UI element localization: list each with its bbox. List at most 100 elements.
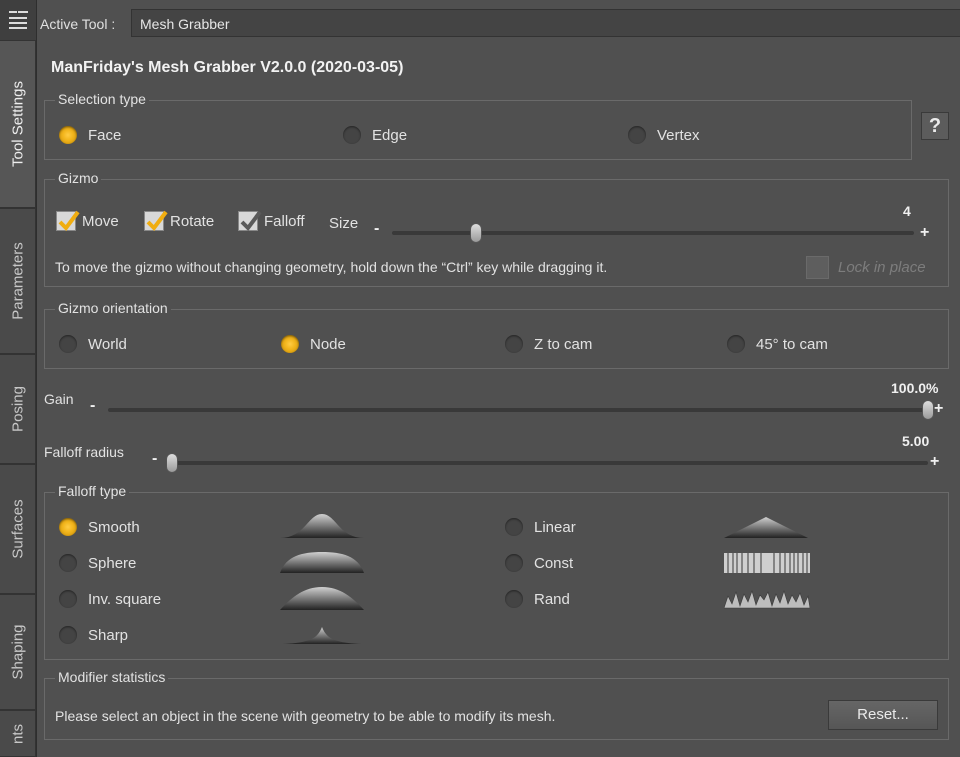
radio-vertex[interactable]: Vertex: [628, 126, 700, 144]
size-minus[interactable]: -: [374, 220, 379, 238]
radio-smooth[interactable]: Smooth: [59, 518, 140, 536]
gizmo-title: Gizmo: [55, 170, 102, 186]
radio-label: Z to cam: [534, 335, 593, 353]
radio-world[interactable]: World: [59, 335, 127, 353]
radio-dot: [59, 518, 77, 536]
gain-plus[interactable]: +: [934, 400, 943, 418]
size-plus[interactable]: +: [920, 224, 929, 242]
sharp-curve-icon: [282, 627, 362, 644]
panel-title: ManFriday's Mesh Grabber V2.0.0 (2020-03…: [51, 59, 404, 76]
checkmark-icon: [144, 210, 168, 232]
tab-strip: Tool Settings Parameters Posing Surfaces…: [0, 0, 37, 757]
gain-slider-knob[interactable]: [922, 400, 934, 420]
radio-label: 45° to cam: [756, 335, 828, 353]
gain-minus[interactable]: -: [90, 397, 95, 415]
radio-dot: [727, 335, 745, 353]
checkbox-falloff[interactable]: Falloff: [238, 210, 305, 232]
tab-tool-settings-label: Tool Settings: [9, 81, 26, 167]
gizmo-orientation-group: Gizmo orientation World Node Z to cam 45…: [44, 300, 949, 369]
gain-value: 100.0%: [891, 380, 939, 396]
radio-dot: [505, 335, 523, 353]
modifier-statistics-title: Modifier statistics: [55, 669, 169, 685]
active-tool-header: Active Tool : Mesh Grabber: [36, 9, 960, 39]
tab-tool-settings[interactable]: Tool Settings: [0, 40, 36, 208]
radio-label: Edge: [372, 126, 408, 144]
radio-dot: [505, 554, 523, 572]
falloff-radius-slider-track[interactable]: [172, 461, 928, 465]
radio-label: Vertex: [657, 126, 700, 144]
radio-label: Node: [310, 335, 346, 353]
modifier-statistics-group: Modifier statistics Please select an obj…: [44, 669, 949, 740]
radio-label: Face: [88, 126, 122, 144]
tab-parameters[interactable]: Parameters: [0, 208, 36, 354]
sphere-curve-icon: [280, 552, 364, 573]
active-tool-dropdown[interactable]: Mesh Grabber: [131, 9, 960, 37]
tab-surfaces-label: Surfaces: [9, 499, 26, 559]
radio-sphere[interactable]: Sphere: [59, 554, 136, 572]
tab-posing-label: Posing: [9, 386, 26, 432]
radio-dot: [505, 518, 523, 536]
lock-in-place-checkbox[interactable]: [806, 256, 829, 279]
radio-face[interactable]: Face: [59, 126, 121, 144]
radio-label: Inv. square: [88, 590, 162, 608]
falloff-radius-slider-knob[interactable]: [166, 453, 178, 473]
radio-node[interactable]: Node: [281, 335, 346, 353]
radio-dot: [59, 335, 77, 353]
size-value: 4: [903, 203, 911, 219]
checkbox-move[interactable]: Move: [56, 210, 119, 232]
radio-z-to-cam[interactable]: Z to cam: [505, 335, 592, 353]
active-tool-value: Mesh Grabber: [140, 16, 230, 32]
radio-dot: [59, 126, 77, 144]
radio-rand[interactable]: Rand: [505, 590, 570, 608]
radio-dot: [343, 126, 361, 144]
tab-truncated[interactable]: nts: [0, 710, 36, 757]
radio-inv-square[interactable]: Inv. square: [59, 590, 161, 608]
falloff-radius-value: 5.00: [902, 433, 930, 449]
falloff-type-title: Falloff type: [55, 483, 130, 499]
size-slider-knob[interactable]: [469, 223, 482, 243]
radio-dot: [59, 626, 77, 644]
gain-label: Gain: [44, 391, 74, 407]
modifier-statistics-message: Please select an object in the scene wit…: [55, 708, 556, 724]
checkmark-icon: [238, 210, 262, 232]
gain-slider-track[interactable]: [108, 408, 928, 412]
linear-curve-icon: [724, 517, 808, 538]
const-curve-icon: [724, 553, 810, 573]
radio-linear[interactable]: Linear: [505, 518, 576, 536]
reset-button[interactable]: Reset...: [828, 700, 938, 730]
active-tool-label: Active Tool :: [40, 16, 116, 32]
tab-parameters-label: Parameters: [9, 242, 26, 320]
help-button[interactable]: ?: [921, 112, 949, 140]
radio-edge[interactable]: Edge: [343, 126, 407, 144]
falloff-radius-minus[interactable]: -: [152, 450, 157, 468]
checkmark-icon: [56, 210, 80, 232]
tab-posing[interactable]: Posing: [0, 354, 36, 464]
radio-dot: [59, 590, 77, 608]
inv-square-curve-icon: [280, 587, 364, 610]
falloff-type-group: Falloff type Smooth Sphere Inv. square S…: [44, 483, 949, 660]
radio-dot: [628, 126, 646, 144]
checkbox-label: Falloff: [264, 212, 305, 230]
radio-label: World: [88, 335, 127, 353]
radio-const[interactable]: Const: [505, 554, 573, 572]
size-label: Size: [329, 215, 359, 232]
radio-label: Sharp: [88, 626, 129, 644]
checkbox-label: Rotate: [170, 212, 215, 230]
radio-dot: [59, 554, 77, 572]
checkbox-label: Move: [82, 212, 119, 230]
lock-in-place-label: Lock in place: [838, 259, 926, 276]
checkbox-rotate[interactable]: Rotate: [144, 210, 215, 232]
radio-sharp[interactable]: Sharp: [59, 626, 128, 644]
tab-surfaces[interactable]: Surfaces: [0, 464, 36, 594]
radio-label: Const: [534, 554, 574, 572]
selection-type-group: Selection type Face Edge Vertex: [44, 91, 912, 160]
radio-label: Rand: [534, 590, 570, 608]
panel-menu-icon[interactable]: [6, 8, 30, 30]
radio-dot: [505, 590, 523, 608]
radio-45-to-cam[interactable]: 45° to cam: [727, 335, 828, 353]
tab-shaping-label: Shaping: [9, 624, 26, 680]
tab-truncated-label: nts: [9, 723, 26, 744]
tab-shaping[interactable]: Shaping: [0, 594, 36, 710]
rand-curve-icon: [724, 590, 810, 609]
falloff-radius-plus[interactable]: +: [930, 453, 939, 471]
